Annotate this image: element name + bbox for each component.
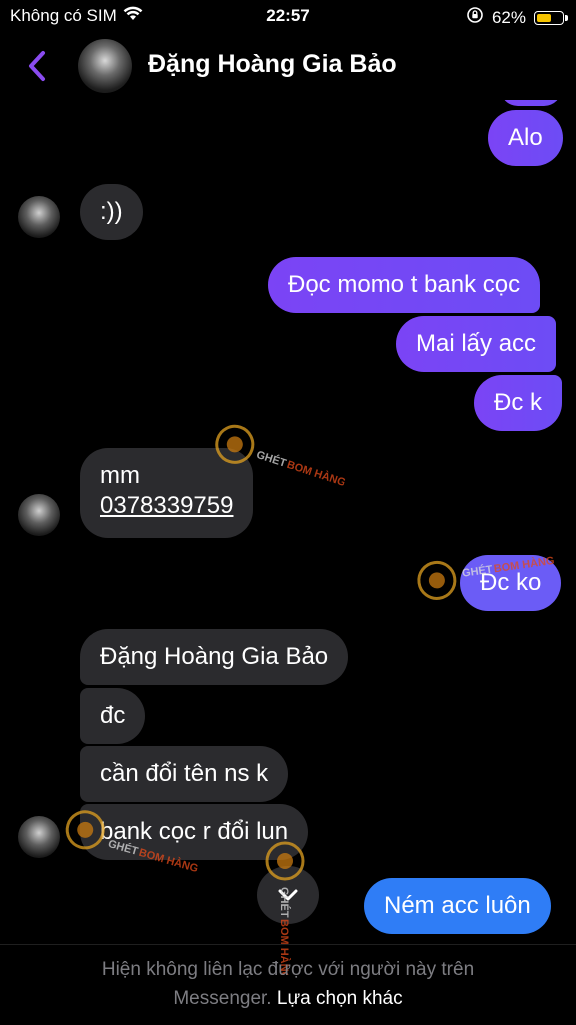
message-outgoing[interactable]: Mai lấy acc <box>396 316 557 372</box>
message-outgoing[interactable]: Ném acc luôn <box>364 878 551 934</box>
message-text: Alo <box>508 124 543 151</box>
phone-number-link[interactable]: 0378339759 <box>100 491 233 521</box>
watermark-text-a: GHÉT <box>461 563 493 580</box>
battery-percent: 62% <box>491 7 526 27</box>
message-text: đc <box>100 702 126 729</box>
status-right: 62% <box>466 6 568 29</box>
notice-text: Hiện không liên lạc được với người này t… <box>101 959 475 980</box>
contact-name[interactable]: Đặng Hoàng Gia Bảo <box>148 50 397 79</box>
message-incoming[interactable]: cần đổi tên ns k <box>80 746 289 802</box>
battery-icon <box>534 10 568 25</box>
conversation-header: Đặng Hoàng Gia Bảo <box>0 32 576 100</box>
notice-text-prefix: Messenger. <box>173 988 272 1009</box>
other-options-link[interactable]: Lựa chọn khác <box>277 988 403 1009</box>
unavailable-notice: Hiện không liên lạc được với người này t… <box>0 944 576 1025</box>
message-incoming[interactable]: :)) <box>80 184 143 240</box>
message-outgoing[interactable]: Đc k <box>474 375 562 431</box>
message-text: Đặng Hoàng Gia Bảo <box>100 643 329 670</box>
watermark-text-b: BOM HÀNG <box>137 846 199 875</box>
sender-avatar[interactable] <box>18 816 60 858</box>
watermark-text-a: GHÉT <box>255 448 288 470</box>
orientation-lock-icon <box>466 6 484 29</box>
message-outgoing[interactable]: Alo <box>488 110 563 166</box>
sender-avatar[interactable] <box>18 196 60 238</box>
watermark-text-b: BOM HÀNG <box>493 554 555 575</box>
message-incoming[interactable]: đc <box>80 688 146 744</box>
message-outgoing[interactable]: Đọc momo t bank cọc <box>268 257 541 313</box>
message-text: Ném acc luôn <box>384 892 531 919</box>
status-bar: Không có SIM 22:57 62% <box>0 0 576 32</box>
sender-avatar[interactable] <box>18 494 60 536</box>
message-text: Mai lấy acc <box>416 330 537 357</box>
chevron-left-icon <box>29 51 45 81</box>
watermark-text-a: GHÉT <box>107 837 140 858</box>
message-text: Đc k <box>494 389 542 416</box>
message-incoming[interactable]: Đặng Hoàng Gia Bảo <box>80 629 349 685</box>
contact-avatar[interactable] <box>78 39 132 93</box>
watermark-text-a: GHÉT <box>278 887 291 918</box>
message-text: cần đổi tên ns k <box>100 760 269 787</box>
watermark-text-b: BOM HÀNG <box>285 458 347 489</box>
message-text: :)) <box>100 198 123 225</box>
back-button[interactable] <box>22 46 52 86</box>
notice-line2: Messenger. Lựa chọn khác <box>0 988 576 1010</box>
message-text: Đọc momo t bank cọc <box>288 271 521 298</box>
battery-level <box>537 13 552 22</box>
